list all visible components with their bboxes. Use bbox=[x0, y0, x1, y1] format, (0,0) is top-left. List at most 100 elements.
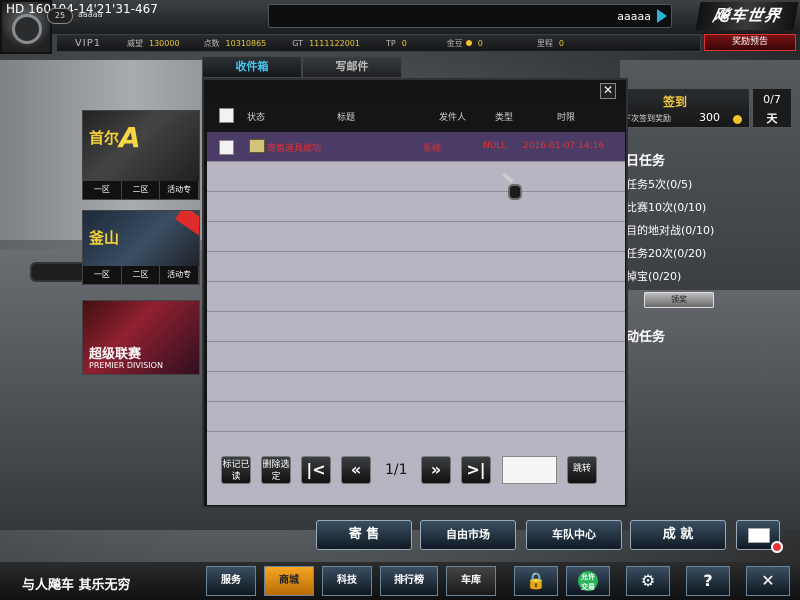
tab-inbox[interactable]: 收件箱 bbox=[202, 56, 302, 78]
mail-list-area: 状态 标题 发件人 类型 时限 寄售道具成功 系统 NULL 2016-01-0… bbox=[207, 100, 625, 505]
table-row bbox=[207, 282, 625, 312]
delete-selected-button[interactable]: 删除选定 bbox=[261, 456, 291, 484]
tp-stat: TP 0 bbox=[385, 38, 407, 48]
level-badge: 25 bbox=[47, 8, 73, 24]
seoul-ad[interactable]: 首尔 A 一区 二区 活动专 bbox=[82, 110, 200, 200]
busan-ad[interactable]: 釜山 一区 二区 活动专 bbox=[82, 210, 200, 285]
tire-decoration bbox=[30, 262, 90, 282]
next-reward-label: 下次签到奖励 bbox=[623, 114, 671, 123]
ranking-button[interactable]: 排行榜 bbox=[380, 566, 438, 596]
next-page-icon[interactable]: » bbox=[421, 456, 451, 484]
envelope-icon bbox=[748, 528, 770, 543]
mileage-stat: 里程 0 bbox=[536, 38, 564, 48]
first-page-icon[interactable]: |< bbox=[301, 456, 331, 484]
send-arrow-icon[interactable] bbox=[657, 9, 667, 23]
page-jump-input[interactable] bbox=[502, 456, 557, 484]
mail-time: 2016-01-07 14:16 bbox=[523, 141, 605, 151]
quest-item: 目的地对战(0/10) bbox=[626, 224, 715, 237]
garage-button[interactable]: 车库 bbox=[446, 566, 496, 596]
busan-tab-event[interactable]: 活动专 bbox=[160, 266, 199, 284]
consign-button[interactable]: 寄 售 bbox=[316, 520, 412, 550]
table-row bbox=[207, 402, 625, 432]
reward-preview-button[interactable]: 奖励预告 bbox=[704, 34, 796, 51]
coin-icon bbox=[465, 40, 472, 46]
mark-read-button[interactable]: 标记已读 bbox=[221, 456, 251, 484]
free-market-button[interactable]: 自由市场 bbox=[420, 520, 516, 550]
ribbon-icon bbox=[175, 211, 199, 237]
gear-icon[interactable]: ⚙ bbox=[626, 566, 670, 596]
seoul-tab-2[interactable]: 二区 bbox=[122, 181, 161, 199]
pager: 标记已读 删除选定 |< « 1/1 » >| 跳转 bbox=[207, 450, 625, 490]
achievement-button[interactable]: 成 就 bbox=[630, 520, 726, 550]
next-reward-value: 300 bbox=[699, 111, 720, 124]
game-screen: { "topbar": { "hd_text": "HD 160104-14'2… bbox=[0, 0, 800, 600]
busan-tab-2[interactable]: 二区 bbox=[122, 266, 161, 284]
stat-bar: VIP1 威望 130000 点数 10310865 GT 1111122001 TP… bbox=[56, 34, 701, 52]
row-checkbox[interactable] bbox=[219, 140, 234, 155]
service-button[interactable]: 服务 bbox=[206, 566, 256, 596]
league-title: 超级联赛 bbox=[89, 347, 142, 362]
daily-quest-title: 日任务 bbox=[626, 154, 666, 169]
seoul-title: 首尔 bbox=[89, 129, 120, 147]
chat-text: aaaaa bbox=[617, 10, 651, 23]
notification-icon bbox=[771, 541, 783, 553]
mail-tabs: 收件箱 写邮件 bbox=[202, 56, 402, 78]
col-time: 时限 bbox=[557, 113, 576, 123]
table-row[interactable]: 寄售道具成功 系统 NULL 2016-01-07 14:16 bbox=[207, 132, 625, 162]
key-cursor-icon bbox=[502, 172, 522, 202]
quest-item: 任务20次(0/20) bbox=[626, 247, 707, 260]
col-sender: 发件人 bbox=[439, 113, 467, 123]
claim-button[interactable]: 领奖 bbox=[644, 292, 714, 308]
exit-icon[interactable]: ✕ bbox=[746, 566, 790, 596]
quest-item: 比赛10次(0/10) bbox=[626, 201, 707, 214]
premier-league-ad[interactable]: 超级联赛 PREMIER DIVISION bbox=[82, 300, 200, 375]
mail-type: NULL bbox=[483, 141, 507, 151]
close-icon[interactable]: ✕ bbox=[600, 83, 616, 99]
vip-label: VIP1 bbox=[74, 37, 102, 49]
seoul-tab-1[interactable]: 一区 bbox=[83, 181, 122, 199]
mail-title: 寄售道具成功 bbox=[267, 144, 322, 154]
quest-item: 任务5次(0/5) bbox=[626, 178, 693, 191]
tech-button[interactable]: 科技 bbox=[322, 566, 372, 596]
tab-compose[interactable]: 写邮件 bbox=[302, 56, 402, 78]
allow-trade-button[interactable]: 允许交易 bbox=[566, 566, 610, 596]
col-title: 标题 bbox=[337, 113, 356, 123]
table-row bbox=[207, 312, 625, 342]
checkin-days: 0/7 天 bbox=[752, 88, 792, 128]
mail-sender: 系统 bbox=[423, 144, 442, 154]
mail-read-icon bbox=[249, 139, 265, 153]
chat-input[interactable]: aaaaa bbox=[268, 4, 672, 28]
table-row bbox=[207, 162, 625, 192]
busan-tab-1[interactable]: 一区 bbox=[83, 266, 122, 284]
table-row bbox=[207, 192, 625, 222]
busan-title: 釜山 bbox=[89, 229, 120, 247]
help-icon[interactable]: ? bbox=[686, 566, 730, 596]
slogan: 与人飚车 其乐无穷 bbox=[22, 578, 131, 593]
points-stat: 点数 10310865 bbox=[203, 38, 267, 48]
mail-button[interactable] bbox=[736, 520, 783, 553]
checkin-label: 签到 bbox=[663, 95, 688, 109]
event-quest-title: 动任务 bbox=[626, 330, 666, 345]
quest-item: 掉宝(0/20) bbox=[626, 270, 682, 283]
mail-header: 状态 标题 发件人 类型 时限 bbox=[207, 100, 625, 132]
helmet-icon bbox=[12, 14, 42, 44]
lock-icon[interactable]: 🔒 bbox=[514, 566, 558, 596]
team-center-button[interactable]: 车队中心 bbox=[526, 520, 622, 550]
select-all-checkbox[interactable] bbox=[219, 108, 234, 123]
prestige-stat: 威望 130000 bbox=[127, 38, 180, 48]
gold-stat: 金豆 0 bbox=[446, 38, 483, 48]
table-row bbox=[207, 342, 625, 372]
mail-window: ✕ 状态 标题 发件人 类型 时限 寄售道具成功 系统 NULL 2016-01… bbox=[202, 78, 628, 508]
seoul-a-icon: A bbox=[119, 121, 141, 154]
last-page-icon[interactable]: >| bbox=[461, 456, 491, 484]
seoul-tab-event[interactable]: 活动专 bbox=[160, 181, 199, 199]
jump-button[interactable]: 跳转 bbox=[567, 456, 597, 484]
table-row bbox=[207, 222, 625, 252]
col-type: 类型 bbox=[495, 113, 514, 123]
table-row bbox=[207, 372, 625, 402]
prev-page-icon[interactable]: « bbox=[341, 456, 371, 484]
game-logo: 飚车世界 bbox=[695, 2, 799, 30]
checkin-bar[interactable]: 签到 下次签到奖励 300 bbox=[622, 88, 750, 128]
mall-button[interactable]: 商城 bbox=[264, 566, 314, 596]
league-subtitle: PREMIER DIVISION bbox=[89, 361, 163, 370]
